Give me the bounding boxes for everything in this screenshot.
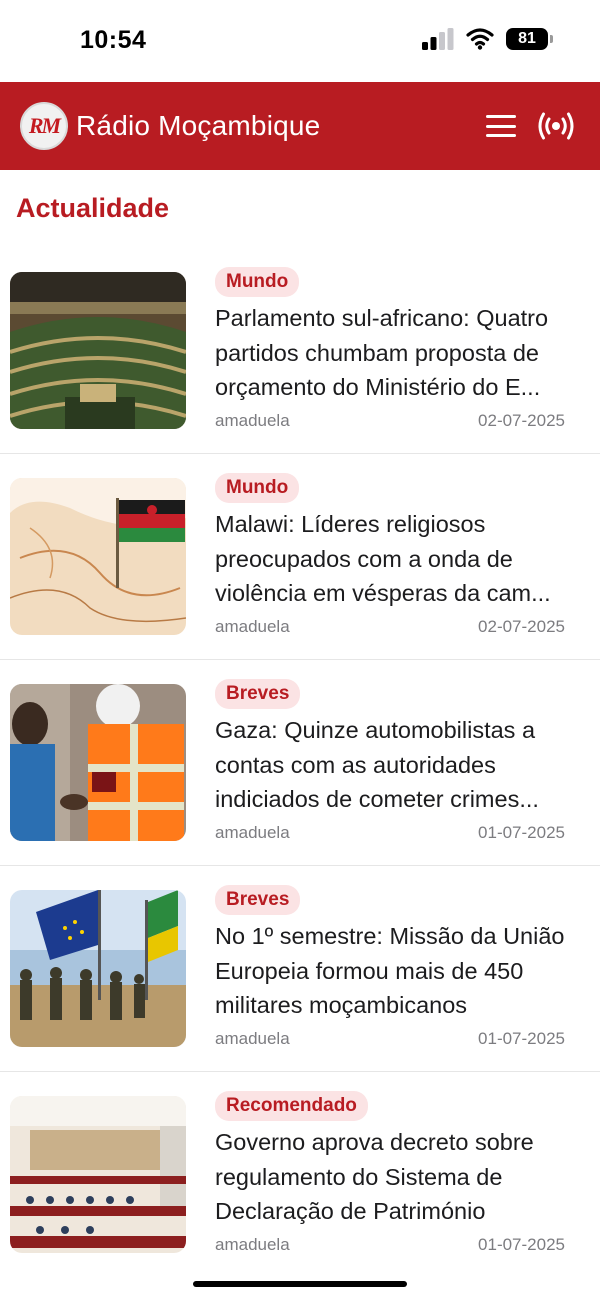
article-headline[interactable]: Parlamento sul-africano: Quatro partidos… <box>215 301 575 405</box>
article-date: 01-07-2025 <box>478 823 565 842</box>
article-thumbnail[interactable] <box>10 890 186 1047</box>
section-title: Actualidade <box>16 193 170 223</box>
article-author: amaduela <box>215 617 290 636</box>
home-indicator[interactable] <box>193 1281 407 1287</box>
wifi-icon <box>466 28 494 50</box>
article-author: amaduela <box>215 411 290 430</box>
battery-indicator: 81 <box>506 28 553 50</box>
hamburger-menu-icon[interactable] <box>486 112 516 140</box>
article-thumbnail[interactable] <box>10 272 186 429</box>
status-time: 10:54 <box>80 26 147 54</box>
category-badge[interactable]: Mundo <box>215 473 300 503</box>
article-card[interactable]: Breves Gaza: Quinze automobilistas a con… <box>0 660 600 866</box>
article-card[interactable]: Mundo Malawi: Líderes religiosos preocup… <box>0 454 600 660</box>
brand-logo[interactable]: RM <box>20 102 68 150</box>
article-thumbnail[interactable] <box>10 684 186 841</box>
article-author: amaduela <box>215 1029 290 1048</box>
article-card[interactable]: Mundo Parlamento sul-africano: Quatro pa… <box>0 248 600 454</box>
article-headline[interactable]: No 1º semestre: Missão da União Europeia… <box>215 919 575 1023</box>
live-radio-icon[interactable] <box>536 108 576 144</box>
article-date: 02-07-2025 <box>478 411 565 430</box>
article-card[interactable]: Breves No 1º semestre: Missão da União E… <box>0 866 600 1072</box>
article-date: 01-07-2025 <box>478 1029 565 1048</box>
status-icons: 81 <box>422 28 553 50</box>
article-list: Mundo Parlamento sul-africano: Quatro pa… <box>0 248 600 1278</box>
app-header: RM Rádio Moçambique <box>0 82 600 170</box>
article-headline[interactable]: Malawi: Líderes religiosos preocupados c… <box>215 507 575 611</box>
article-card[interactable]: Recomendado Governo aprova decreto sobre… <box>0 1072 600 1278</box>
article-author: amaduela <box>215 823 290 842</box>
article-author: amaduela <box>215 1235 290 1254</box>
status-bar: 10:54 81 <box>0 0 600 82</box>
app-title: Rádio Moçambique <box>76 110 321 141</box>
category-badge[interactable]: Mundo <box>215 267 300 297</box>
article-thumbnail[interactable] <box>10 1096 186 1253</box>
article-thumbnail[interactable] <box>10 478 186 635</box>
signal-icon <box>422 28 454 50</box>
article-date: 02-07-2025 <box>478 617 565 636</box>
category-badge[interactable]: Breves <box>215 885 301 915</box>
category-badge[interactable]: Breves <box>215 679 301 709</box>
article-headline[interactable]: Gaza: Quinze automobilistas a contas com… <box>215 713 575 817</box>
category-badge[interactable]: Recomendado <box>215 1091 368 1121</box>
article-headline[interactable]: Governo aprova decreto sobre regulamento… <box>215 1125 575 1229</box>
article-date: 01-07-2025 <box>478 1235 565 1254</box>
